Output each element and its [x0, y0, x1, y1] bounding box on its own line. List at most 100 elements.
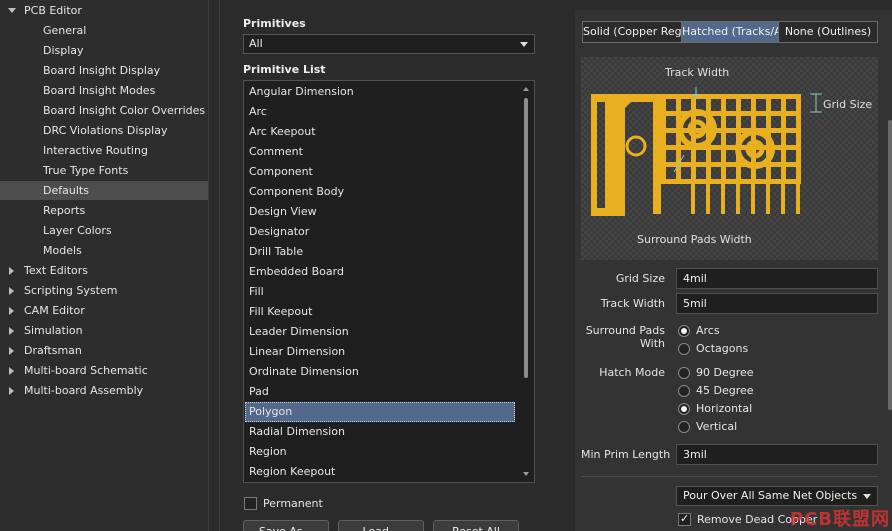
- hatch-vertical-track: [781, 94, 786, 184]
- chevron-right-icon[interactable]: [9, 347, 14, 355]
- radio-45-degree[interactable]: [678, 385, 690, 397]
- tree-item-board-insight-display[interactable]: Board Insight Display: [0, 61, 208, 80]
- pour-over-dropdown[interactable]: Pour Over All Same Net Objects: [676, 486, 878, 506]
- list-item[interactable]: Fill Keepout: [245, 302, 515, 322]
- options-tree: PCB Editor General Display Board Insight Di…: [0, 0, 209, 531]
- radio-octagons[interactable]: [678, 343, 690, 355]
- tree-item-display[interactable]: Display: [0, 41, 208, 60]
- primitives-dropdown[interactable]: All: [243, 34, 535, 54]
- tree-item-layer-colors[interactable]: Layer Colors: [0, 221, 208, 240]
- list-item[interactable]: Arc Keepout: [245, 122, 515, 142]
- tree-item-label: True Type Fonts: [43, 164, 129, 177]
- track-width-input[interactable]: 5mil: [676, 293, 878, 314]
- tree-item-cam-editor[interactable]: CAM Editor: [0, 301, 208, 320]
- pad-finger: [706, 184, 710, 214]
- tree-item-board-insight-modes[interactable]: Board Insight Modes: [0, 81, 208, 100]
- tab-solid[interactable]: Solid (Copper Regions): [582, 21, 682, 43]
- scrollbar-thumb[interactable]: [524, 98, 528, 378]
- list-item[interactable]: Linear Dimension: [245, 342, 515, 362]
- permanent-checkbox[interactable]: [244, 497, 257, 510]
- chevron-right-icon[interactable]: [9, 287, 14, 295]
- list-item[interactable]: Component Body: [245, 182, 515, 202]
- primitives-dropdown-value: All: [249, 37, 263, 50]
- radio-octagons-label: Octagons: [696, 342, 749, 355]
- pad-finger: [751, 184, 755, 214]
- remove-dead-copper-checkbox[interactable]: [678, 512, 691, 526]
- tree-item-text-editors[interactable]: Text Editors: [0, 261, 208, 280]
- tree-item-models[interactable]: Models: [0, 241, 208, 260]
- tab-hatched[interactable]: Hatched (Tracks/Arcs): [681, 21, 779, 43]
- list-item[interactable]: Pad: [245, 382, 515, 402]
- reset-all-button[interactable]: Reset All: [433, 520, 519, 531]
- list-item[interactable]: Ordinate Dimension: [245, 362, 515, 382]
- pad-finger: [736, 184, 740, 214]
- list-item[interactable]: Comment: [245, 142, 515, 162]
- radio-horizontal[interactable]: [678, 403, 690, 415]
- list-item[interactable]: Region: [245, 442, 515, 462]
- hatch-preview: Track Width Grid Size Surround Pads Widt…: [581, 57, 878, 260]
- chevron-right-icon[interactable]: [9, 367, 14, 375]
- list-item[interactable]: Designator: [245, 222, 515, 242]
- tree-item-defaults[interactable]: Defaults: [0, 181, 208, 200]
- save-as-button[interactable]: Save As...: [243, 520, 329, 531]
- pad-finger: [796, 184, 800, 214]
- list-item[interactable]: Region Keepout: [245, 462, 515, 482]
- radio-arcs[interactable]: [678, 325, 690, 337]
- list-item[interactable]: Fill: [245, 282, 515, 302]
- chevron-right-icon[interactable]: [9, 307, 14, 315]
- radio-90-degree[interactable]: [678, 367, 690, 379]
- radio-vertical[interactable]: [678, 421, 690, 433]
- pad-finger: [691, 184, 695, 214]
- radio-arcs-label: Arcs: [696, 324, 720, 337]
- list-item[interactable]: Polygon: [245, 402, 515, 422]
- tree-item-interactive-routing[interactable]: Interactive Routing: [0, 141, 208, 160]
- tree-item-label: Board Insight Color Overrides: [43, 104, 206, 117]
- tree-item-reports[interactable]: Reports: [0, 201, 208, 220]
- list-item[interactable]: Angular Dimension: [245, 82, 515, 102]
- hatch-horizontal-track: [661, 94, 801, 99]
- primitive-list[interactable]: Angular Dimension Arc Arc Keepout Comment Co…: [243, 80, 535, 483]
- primitive-list-scrollbar[interactable]: [521, 83, 533, 480]
- chevron-right-icon[interactable]: [9, 327, 14, 335]
- chevron-right-icon[interactable]: [9, 267, 14, 275]
- watermark-text: PCB联盟网: [789, 509, 890, 530]
- tree-item-drc-violations-display[interactable]: DRC Violations Display: [0, 121, 208, 140]
- min-prim-length-input[interactable]: 3mil: [676, 444, 878, 465]
- tree-item-board-insight-color-overrides[interactable]: Board Insight Color Overrides: [0, 101, 208, 120]
- load-button[interactable]: Load...: [338, 520, 424, 531]
- list-item[interactable]: Leader Dimension: [245, 322, 515, 342]
- tree-item-simulation[interactable]: Simulation: [0, 321, 208, 340]
- list-item[interactable]: Design View: [245, 202, 515, 222]
- tree-item-true-type-fonts[interactable]: True Type Fonts: [0, 161, 208, 180]
- pad-finger: [721, 184, 725, 214]
- tree-item-general[interactable]: General: [0, 21, 208, 40]
- pour-over-value: Pour Over All Same Net Objects: [683, 489, 858, 502]
- tab-none[interactable]: None (Outlines): [778, 21, 878, 43]
- hatch-horizontal-track: [661, 145, 801, 150]
- hatch-edge-track: [653, 94, 661, 214]
- hatch-grid: [653, 94, 801, 214]
- tree-item-multi-board-schematic[interactable]: Multi-board Schematic: [0, 361, 208, 380]
- right-panel-scrollbar[interactable]: [888, 120, 892, 410]
- list-item[interactable]: Radial Dimension: [245, 422, 515, 442]
- grid-size-input[interactable]: 4mil: [676, 268, 878, 289]
- list-item[interactable]: Component: [245, 162, 515, 182]
- hatch-horizontal-track: [661, 162, 801, 167]
- tree-item-scripting-system[interactable]: Scripting System: [0, 281, 208, 300]
- list-item[interactable]: Drill Table: [245, 242, 515, 262]
- pad-shapes: [625, 109, 775, 169]
- list-item[interactable]: Embedded Board: [245, 262, 515, 282]
- track-width-label: Track Width: [600, 297, 665, 310]
- track-width-caption: Track Width: [665, 66, 730, 79]
- chevron-down-icon[interactable]: [8, 8, 16, 13]
- chevron-right-icon[interactable]: [9, 387, 14, 395]
- scroll-down-icon[interactable]: [523, 472, 529, 476]
- tree-item-pcb-editor[interactable]: PCB Editor: [0, 1, 208, 20]
- tree-item-multi-board-assembly[interactable]: Multi-board Assembly: [0, 381, 208, 400]
- hatch-vertical-track: [751, 94, 756, 184]
- tree-item-label: CAM Editor: [24, 304, 85, 317]
- list-item[interactable]: Arc: [245, 102, 515, 122]
- radio-vertical-label: Vertical: [696, 420, 738, 433]
- scroll-up-icon[interactable]: [523, 87, 529, 91]
- tree-item-draftsman[interactable]: Draftsman: [0, 341, 208, 360]
